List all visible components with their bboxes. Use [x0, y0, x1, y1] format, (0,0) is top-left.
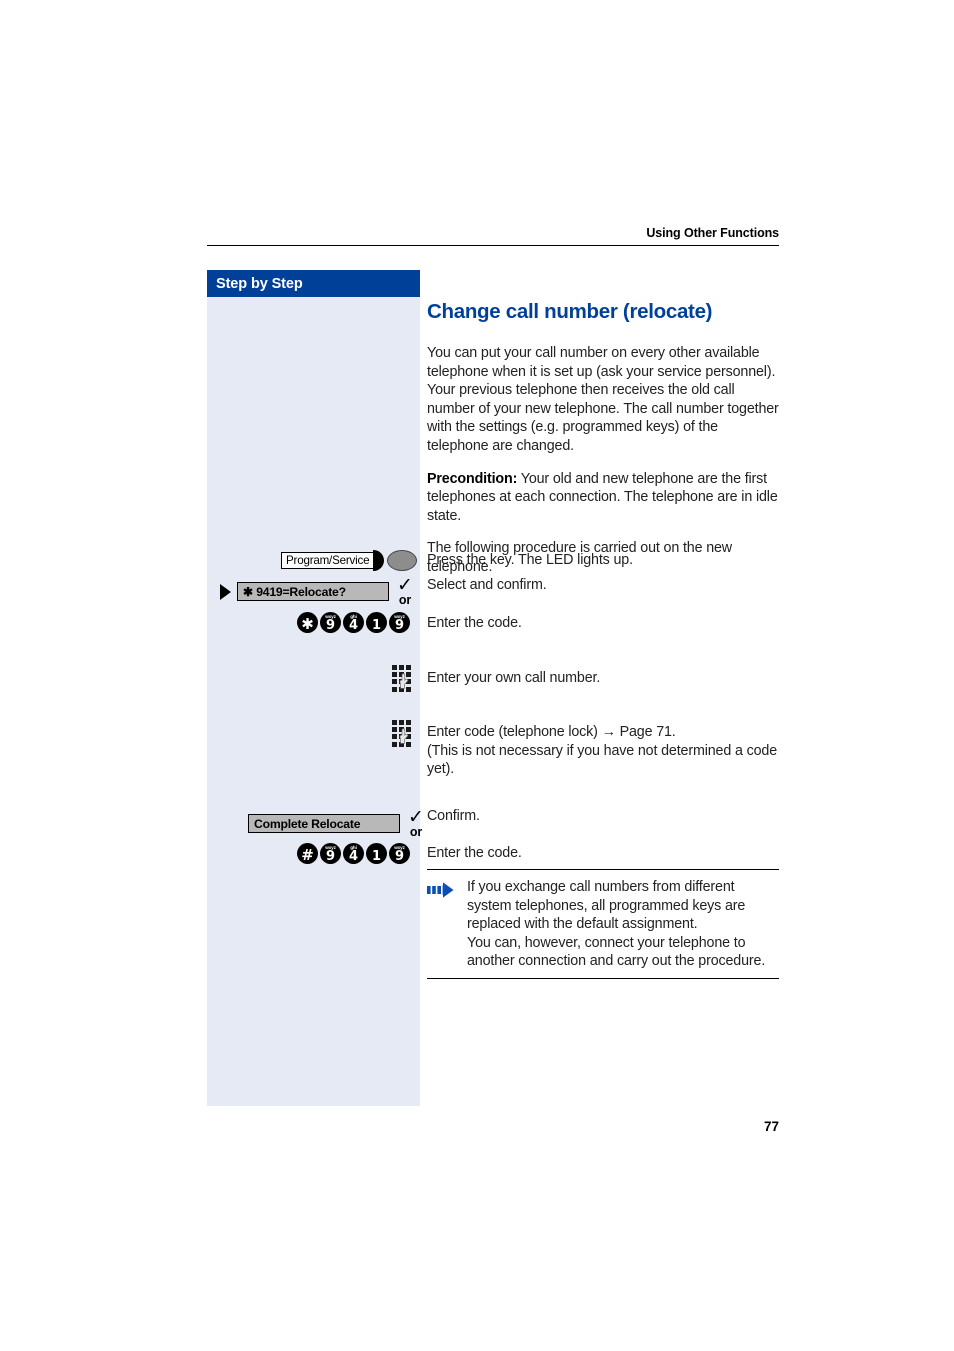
page-header: Using Other Functions: [207, 226, 779, 246]
blue-arrow-icon: [427, 882, 454, 898]
running-title: Using Other Functions: [646, 226, 779, 240]
hand-pointer-icon: [399, 673, 409, 689]
confirm-key[interactable]: ✓ or: [408, 806, 424, 839]
step-select-relocate-description: Select and confirm.: [427, 577, 547, 593]
keypad-icon: [392, 720, 412, 747]
dial-key-alpha: wxyz: [325, 845, 336, 850]
step-enter-code-star-keys[interactable]: ✱ wxyz 9 ghi 4 1 wxyz 9: [297, 612, 410, 633]
note-block: If you exchange call numbers from differ…: [427, 869, 779, 979]
dial-key-alpha: ghi: [350, 845, 357, 850]
dial-key-digit: 9: [325, 618, 336, 633]
relocate-option-label: ✱ 9419=Relocate?: [237, 582, 389, 602]
checkmark-icon: ✓: [397, 574, 413, 596]
dial-key-digit: 1: [371, 849, 382, 864]
key-nub-icon: [373, 550, 385, 571]
step-select-relocate[interactable]: ✱ 9419=Relocate? ✓ or: [220, 574, 413, 607]
page-number: 77: [763, 1119, 779, 1134]
dial-key-digit: #: [301, 846, 314, 864]
dial-key-4[interactable]: ghi 4: [343, 843, 364, 864]
dial-key-digit: 1: [371, 618, 382, 633]
dial-key-alpha: ghi: [350, 614, 357, 619]
step-enter-code-hash-keys[interactable]: # wxyz 9 ghi 4 1 wxyz 9: [297, 843, 410, 864]
note-icon-wrap: [427, 878, 467, 903]
or-label: or: [409, 825, 423, 839]
dial-key-1[interactable]: 1: [366, 612, 387, 633]
page-title: Change call number (relocate): [427, 300, 713, 323]
step-enter-code-hash-description: Enter the code.: [427, 845, 522, 861]
dial-key-digit: 4: [348, 618, 359, 633]
selection-arrow-placeholder: [231, 816, 242, 832]
step-enter-own-number-icon: [392, 665, 412, 692]
step-enter-lock-code-icon: [392, 720, 412, 747]
precondition-label: Precondition:: [427, 470, 518, 487]
dial-key-digit: ✱: [301, 615, 314, 633]
dial-key-row[interactable]: # wxyz 9 ghi 4 1 wxyz 9: [297, 843, 410, 864]
dial-key-9[interactable]: wxyz 9: [320, 843, 341, 864]
dial-key-9-second[interactable]: wxyz 9: [389, 843, 410, 864]
selection-arrow-icon: [220, 583, 231, 600]
dial-key-4[interactable]: ghi 4: [343, 612, 364, 633]
step-program-service-key[interactable]: Program/Service: [281, 550, 418, 571]
or-label: or: [398, 593, 412, 607]
led-indicator-icon: [387, 550, 418, 571]
dial-key-digit: 9: [394, 849, 405, 864]
header-rule: [207, 245, 779, 246]
hand-pointer-icon: [399, 728, 409, 744]
precondition-paragraph: Precondition: Your old and new telephone…: [427, 470, 779, 526]
dial-key-1[interactable]: 1: [366, 843, 387, 864]
dial-key-digit: 9: [325, 849, 336, 864]
dial-key-row[interactable]: ✱ wxyz 9 ghi 4 1 wxyz 9: [297, 612, 410, 633]
step-complete-relocate[interactable]: Complete Relocate ✓ or: [231, 806, 424, 839]
dial-key-9-second[interactable]: wxyz 9: [389, 612, 410, 633]
dial-key-9[interactable]: wxyz 9: [320, 612, 341, 633]
dial-key-alpha: wxyz: [394, 845, 405, 850]
step-enter-code-star-description: Enter the code.: [427, 615, 522, 631]
checkmark-icon: ✓: [408, 806, 424, 828]
keypad-icon: [392, 665, 412, 692]
step-enter-lock-code-description: Enter code (telephone lock) → Page 71. (…: [427, 724, 778, 778]
step-program-service-description: Press the key. The LED lights up.: [427, 552, 633, 568]
dial-key-alpha: wxyz: [394, 614, 405, 619]
dial-key-digit: 9: [394, 618, 405, 633]
intro-paragraph: You can put your call number on every ot…: [427, 345, 779, 454]
complete-relocate-option-label: Complete Relocate: [248, 814, 400, 834]
dial-key-digit: 4: [348, 849, 359, 864]
step-complete-relocate-description: Confirm.: [427, 808, 480, 824]
program-service-key-label: Program/Service: [281, 552, 375, 569]
sidebar-title: Step by Step: [207, 270, 420, 297]
note-text: If you exchange call numbers from differ…: [467, 879, 766, 970]
main-content: Change call number (relocate) You can pu…: [427, 300, 779, 591]
confirm-key[interactable]: ✓ or: [397, 574, 413, 607]
dial-key-hash[interactable]: #: [297, 843, 318, 864]
step-by-step-sidebar: Step by Step: [207, 270, 420, 1106]
dial-key-star[interactable]: ✱: [297, 612, 318, 633]
dial-key-alpha: wxyz: [325, 614, 336, 619]
step-enter-own-number-description: Enter your own call number.: [427, 670, 601, 686]
